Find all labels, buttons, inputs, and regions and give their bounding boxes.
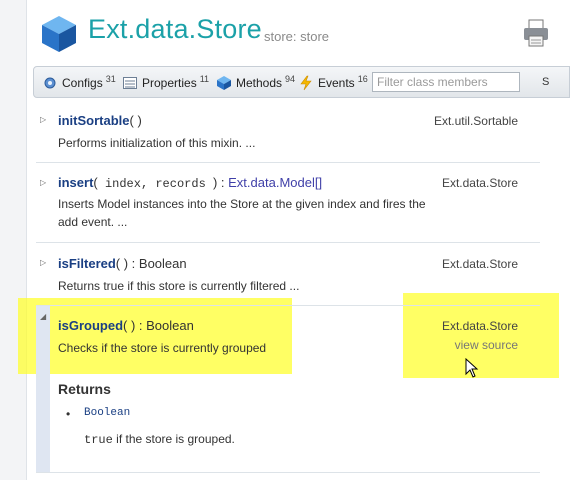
member-return-type: Boolean [146,318,194,333]
member-signature: isGrouped( ) : Boolean [58,318,194,333]
member-params: ( ) : [115,256,139,271]
configs-button[interactable]: Configs 31 [42,73,116,93]
return-code: true [84,433,113,447]
return-description: true if the store is grouped. [84,432,235,447]
member-description: Checks if the store is currently grouped [58,341,267,355]
class-header: Ext.data.Store store: store [26,0,570,64]
methods-count: 94 [285,74,296,84]
member-signature: initSortable( ) [58,113,142,128]
properties-icon [123,77,137,89]
events-button[interactable]: Events 16 [298,73,368,93]
member-owner[interactable]: Ext.util.Sortable [434,114,518,128]
expand-arrow-icon[interactable]: ▷ [40,115,46,124]
methods-icon [217,76,231,90]
member-owner[interactable]: Ext.data.Store [442,176,518,190]
properties-button[interactable]: Properties 11 [122,73,209,93]
member-toolbar: Configs 31 Properties 11 Methods 94 Events 1… [33,66,570,98]
member-name[interactable]: initSortable [58,113,130,128]
member-return-type[interactable]: Ext.data.Model[] [228,175,322,190]
events-label: Events [318,76,355,90]
member-description: Inserts Model instances into the Store a… [58,197,426,229]
member-signature: insert( index, records ) : Ext.data.Mode… [58,175,322,191]
lightning-icon [300,75,312,91]
member-row-expanded[interactable]: ◢ isGrouped( ) : Boolean Ext.data.Store … [36,306,540,473]
properties-count: 11 [199,74,210,84]
member-params: ( ) [129,113,142,128]
mouse-cursor-icon [465,358,479,378]
member-params: ( ) : [123,318,147,333]
class-cube-icon [42,16,76,52]
member-params: index, records [97,177,213,191]
events-count: 16 [357,74,368,84]
page-title: Ext.data.Store [88,14,262,44]
return-type: Boolean [84,407,131,419]
class-alias: store: store [264,29,330,44]
methods-label: Methods [236,76,283,90]
left-panel-edge [0,0,27,480]
member-signature: isFiltered( ) : Boolean [58,256,187,271]
return-text: if the store is grouped. [112,432,235,446]
member-name[interactable]: insert [58,175,93,190]
member-owner[interactable]: Ext.data.Store [442,257,518,271]
configs-label: Configs [62,76,103,90]
expand-arrow-icon[interactable]: ▷ [40,258,46,267]
toolbar-overflow-label[interactable]: S [542,76,549,88]
collapse-arrow-icon[interactable]: ◢ [40,312,46,321]
member-params-close: ) : [212,175,229,190]
member-return-type: Boolean [138,256,187,271]
expand-arrow-icon[interactable]: ▷ [40,178,46,187]
member-description: Performs initialization of this mixin. .… [58,136,256,150]
member-name[interactable]: isGrouped [58,318,123,333]
print-icon[interactable] [522,18,550,48]
methods-button[interactable]: Methods 94 [216,73,295,93]
member-row[interactable]: ▷ insert( index, records ) : Ext.data.Mo… [36,163,540,243]
view-source-link[interactable]: view source [455,338,518,352]
member-row[interactable]: ▷ isFiltered( ) : Boolean Ext.data.Store… [36,243,540,306]
member-description: Returns true if this store is currently … [58,279,300,293]
configs-icon [44,77,56,89]
member-row[interactable]: ▷ initSortable( ) Ext.util.Sortable Perf… [36,104,540,163]
member-owner[interactable]: Ext.data.Store [442,319,518,333]
list-bullet: • [66,407,71,421]
filter-members-input[interactable] [372,72,520,92]
member-name[interactable]: isFiltered [58,256,116,271]
configs-count: 31 [105,74,116,84]
properties-label: Properties [142,76,197,90]
returns-heading: Returns [58,381,111,397]
